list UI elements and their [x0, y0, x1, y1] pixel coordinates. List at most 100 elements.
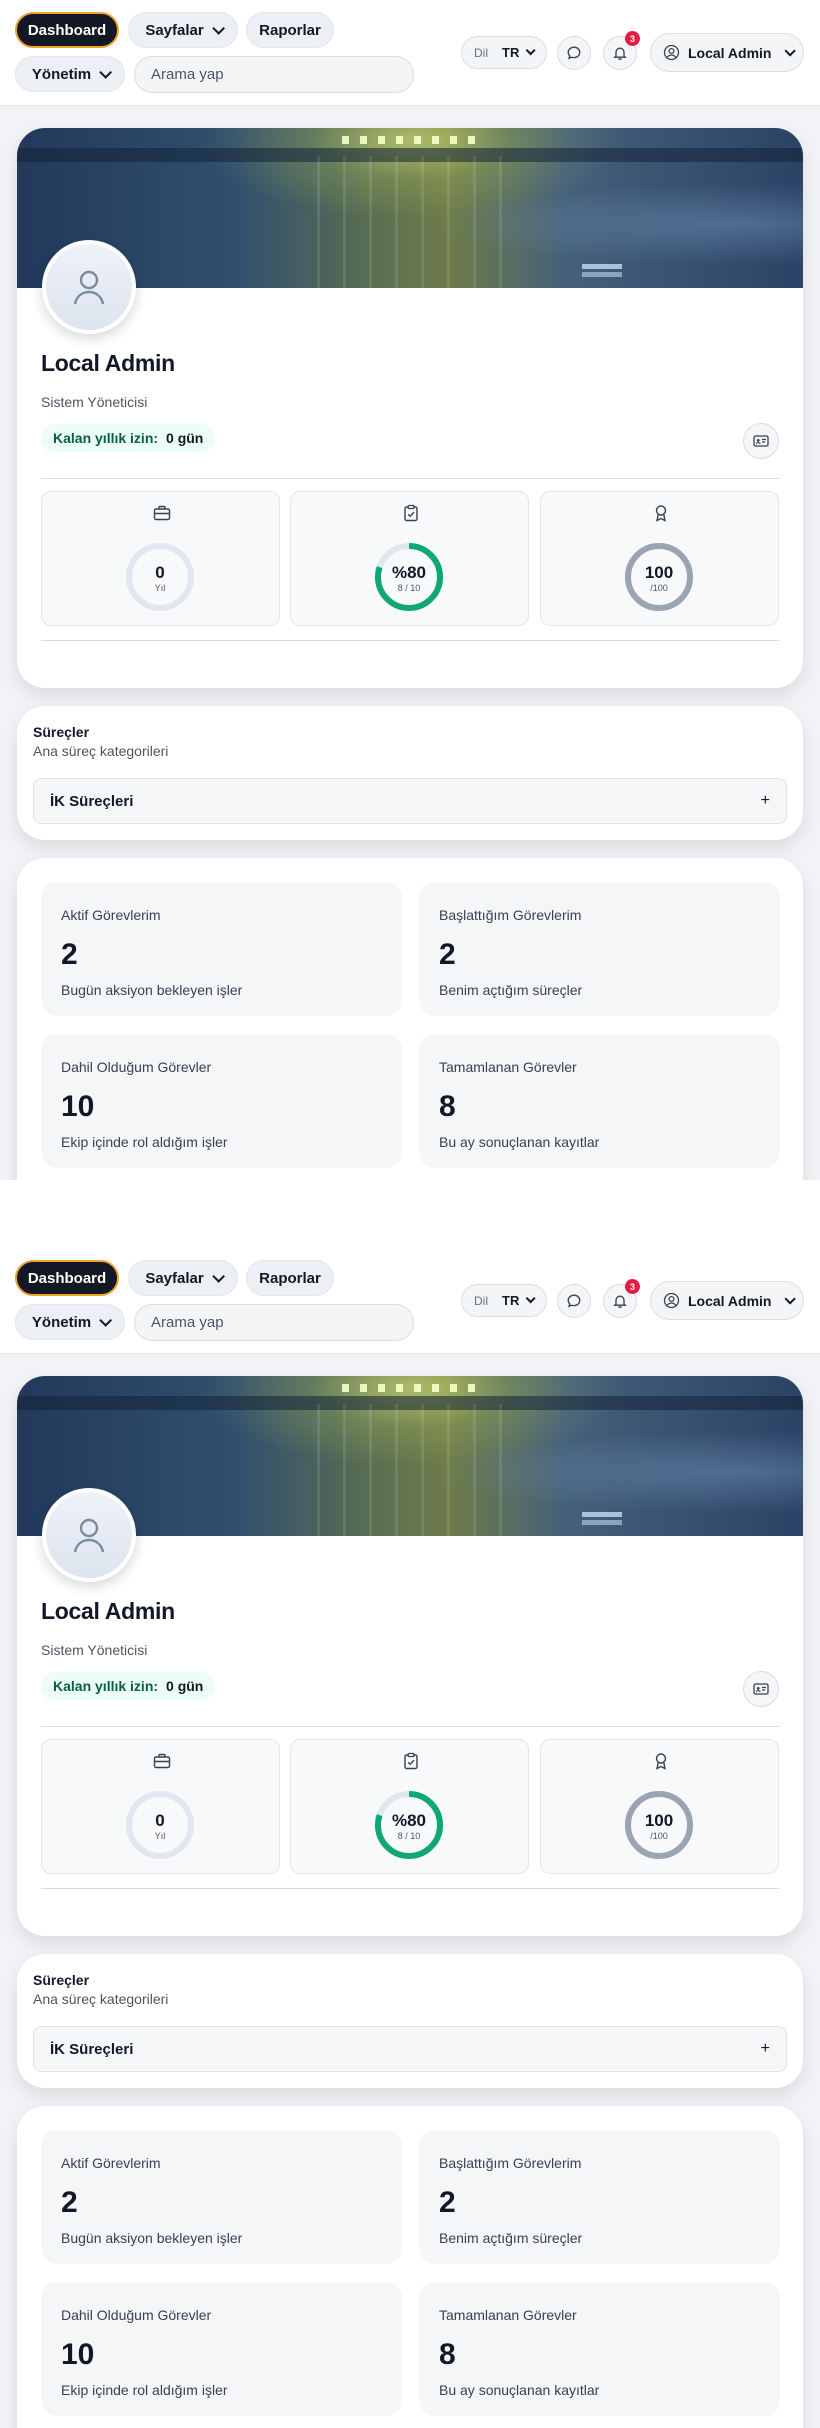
task-label: Başlattığım Görevlerim — [439, 2155, 582, 2171]
chevron-down-icon — [526, 45, 536, 56]
notifications-button[interactable]: 3 — [603, 31, 640, 70]
avatar — [42, 240, 136, 334]
stat-value: 0 — [155, 563, 165, 582]
stat-card-years: 0 Yıl — [41, 1739, 280, 1874]
stat-unit: 8 / 10 — [397, 1831, 421, 1841]
stat-unit: /100 — [650, 583, 668, 593]
user-name-label: Local Admin — [688, 44, 772, 61]
task-description: Benim açtığım süreçler — [439, 2230, 583, 2246]
divider — [41, 1726, 779, 1727]
task-label: Aktif Görevlerim — [61, 2155, 161, 2171]
messages-button[interactable] — [557, 36, 591, 70]
cover-image — [17, 1376, 803, 1536]
nav-dashboard-button[interactable]: Dashboard — [15, 12, 119, 48]
chevron-down-icon — [783, 1292, 796, 1305]
chevron-down-icon — [99, 65, 113, 79]
task-count: 2 — [61, 2186, 78, 2219]
accordion-hr-processes[interactable]: İK Süreçleri + — [33, 778, 787, 824]
language-selector[interactable]: Dil TR — [461, 1284, 547, 1317]
user-menu-button[interactable]: Local Admin — [650, 33, 804, 72]
id-card-button[interactable] — [743, 1671, 779, 1707]
stat-card-years: 0 Yıl — [41, 491, 280, 626]
clipboard-check-icon — [404, 504, 418, 522]
stat-card-score: 100 /100 — [540, 1739, 779, 1874]
nav-pages-dropdown[interactable]: Sayfalar — [128, 12, 238, 48]
task-description: Bugün aksiyon bekleyen işler — [61, 2230, 243, 2246]
chevron-down-icon — [783, 44, 796, 57]
task-description: Ekip içinde rol aldığım işler — [61, 2382, 228, 2398]
cover-image — [17, 128, 803, 288]
nav-pages-label: Sayfalar — [145, 1269, 204, 1287]
page-separator — [0, 1180, 820, 1248]
progress-ring: %80 8 / 10 — [373, 541, 445, 613]
accordion-hr-processes[interactable]: İK Süreçleri + — [33, 2026, 787, 2072]
notification-count-badge: 3 — [625, 1279, 640, 1294]
task-card-completed[interactable]: Tamamlanan Görevler 8 Bu ay sonuçlanan kay… — [419, 1034, 780, 1168]
stat-unit: Yıl — [154, 1831, 166, 1841]
task-label: Dahil Olduğum Görevler — [61, 2307, 212, 2323]
stat-card-tasks: %80 8 / 10 — [290, 1739, 529, 1874]
nav-dashboard-label: Dashboard — [27, 1269, 107, 1287]
task-description: Bu ay sonuçlanan kayıtlar — [439, 1134, 600, 1150]
nav-pages-label: Sayfalar — [145, 21, 204, 39]
clipboard-check-icon — [404, 1752, 418, 1770]
leave-value: 0 gün — [166, 1678, 204, 1694]
language-value: TR — [502, 1293, 520, 1308]
plus-icon: + — [760, 2040, 770, 2057]
processes-card: Süreçler Ana süreç kategorileri İK Süreç… — [17, 706, 803, 840]
task-card-involved[interactable]: Dahil Olduğum Görevler 10 Ekip içinde rol … — [41, 2282, 402, 2416]
top-navbar: Dashboard Sayfalar Raporlar Yönetim Dil T… — [0, 1248, 820, 1354]
language-selector[interactable]: Dil TR — [461, 36, 547, 69]
page-view: Dashboard Sayfalar Raporlar Yönetim Dil T… — [0, 0, 820, 1180]
profile-card: Local Admin Sistem Yöneticisi Kalan yıll… — [17, 1376, 803, 1936]
task-description: Benim açtığım süreçler — [439, 982, 583, 998]
task-count: 2 — [439, 938, 456, 971]
task-count: 8 — [439, 2338, 456, 2371]
task-label: Başlattığım Görevlerim — [439, 907, 582, 923]
stat-value: 0 — [155, 1811, 165, 1830]
id-card-button[interactable] — [743, 423, 779, 459]
chat-icon — [567, 46, 581, 60]
nav-reports-button[interactable]: Raporlar — [246, 12, 334, 48]
notification-count-badge: 3 — [625, 31, 640, 46]
progress-ring: %80 8 / 10 — [373, 1789, 445, 1861]
nav-reports-label: Raporlar — [259, 21, 321, 39]
leave-value: 0 gün — [166, 430, 204, 446]
processes-card: Süreçler Ana süreç kategorileri İK Süreç… — [17, 1954, 803, 2088]
nav-pages-dropdown[interactable]: Sayfalar — [128, 1260, 238, 1296]
accordion-label: İK Süreçleri — [50, 2040, 134, 2058]
profile-name: Local Admin — [41, 1598, 175, 1624]
task-count: 8 — [439, 1090, 456, 1123]
task-description: Ekip içinde rol aldığım işler — [61, 1134, 228, 1150]
search-input[interactable] — [134, 1304, 414, 1341]
messages-button[interactable] — [557, 1284, 591, 1318]
task-card-active[interactable]: Aktif Görevlerim 2 Bugün aksiyon bekleyen … — [41, 2130, 402, 2264]
nav-management-dropdown[interactable]: Yönetim — [15, 1304, 125, 1340]
task-card-involved[interactable]: Dahil Olduğum Görevler 10 Ekip içinde rol … — [41, 1034, 402, 1168]
task-card-started[interactable]: Başlattığım Görevlerim 2 Benim açtığım sür… — [419, 882, 780, 1016]
task-card-started[interactable]: Başlattığım Görevlerim 2 Benim açtığım sür… — [419, 2130, 780, 2264]
task-card-completed[interactable]: Tamamlanan Görevler 8 Bu ay sonuçlanan kay… — [419, 2282, 780, 2416]
chevron-down-icon — [99, 1313, 113, 1327]
top-navbar: Dashboard Sayfalar Raporlar Yönetim Dil T… — [0, 0, 820, 106]
divider — [41, 478, 779, 479]
stat-value: %80 — [391, 563, 427, 582]
nav-reports-button[interactable]: Raporlar — [246, 1260, 334, 1296]
progress-ring: 100 /100 — [623, 1789, 695, 1861]
user-icon — [73, 270, 105, 305]
search-input[interactable] — [134, 56, 414, 93]
user-menu-button[interactable]: Local Admin — [650, 1281, 804, 1320]
nav-management-dropdown[interactable]: Yönetim — [15, 56, 125, 92]
plus-icon: + — [760, 792, 770, 809]
progress-ring: 100 /100 — [623, 541, 695, 613]
stat-unit: Yıl — [154, 583, 166, 593]
processes-title: Süreçler — [33, 1972, 90, 1988]
profile-name: Local Admin — [41, 350, 175, 376]
processes-subtitle: Ana süreç kategorileri — [33, 743, 169, 759]
nav-dashboard-button[interactable]: Dashboard — [15, 1260, 119, 1296]
notifications-button[interactable]: 3 — [603, 1279, 640, 1318]
task-card-active[interactable]: Aktif Görevlerim 2 Bugün aksiyon bekleyen … — [41, 882, 402, 1016]
user-name-label: Local Admin — [688, 1292, 772, 1309]
language-label: Dil — [474, 1293, 488, 1308]
progress-ring: 0 Yıl — [124, 541, 196, 613]
